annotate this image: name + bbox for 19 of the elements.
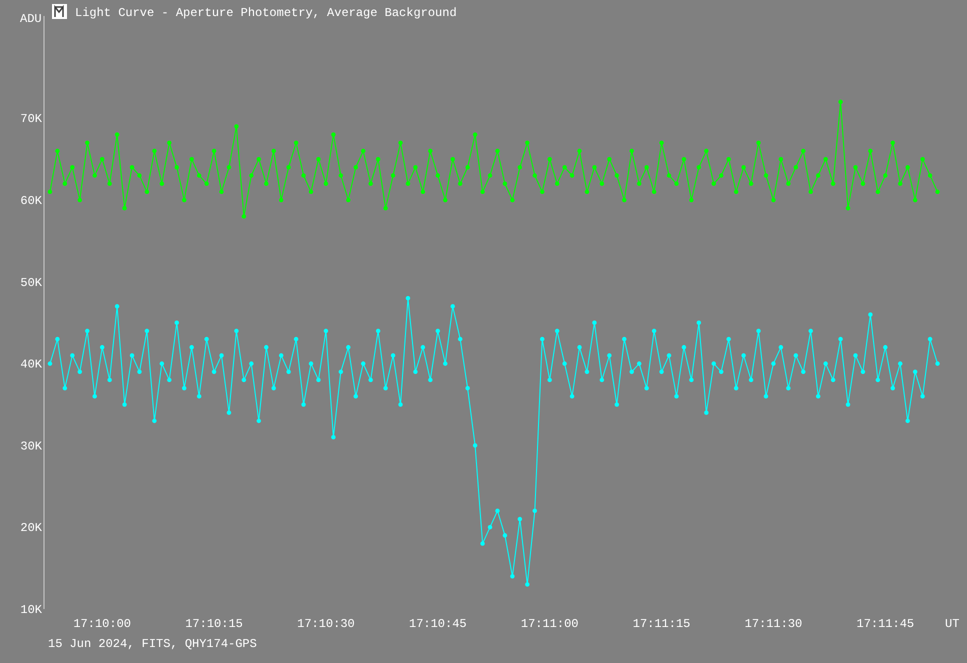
y-tick-label: 40K <box>20 358 42 372</box>
chart-footer: 15 Jun 2024, FITS, QHY174-GPS <box>0 636 257 652</box>
x-tick-label: 17:10:15 <box>185 617 243 631</box>
unit-label: ADU <box>20 12 42 26</box>
x-tick-label: 17:11:00 <box>520 617 578 631</box>
x-tick-label: 17:10:45 <box>409 617 467 631</box>
window-title: Light Curve - Aperture Photometry, Average Background <box>75 6 457 20</box>
y-tick-label: 10K <box>20 603 42 617</box>
x-tick-label: 17:11:45 <box>856 617 914 631</box>
x-tick-label: 17:10:30 <box>297 617 355 631</box>
x-tick-label: 17:10:00 <box>73 617 131 631</box>
y-tick-label: 70K <box>20 112 42 126</box>
x-tick-label: 17:11:30 <box>744 617 802 631</box>
x-axis-label: UT <box>945 617 960 631</box>
x-tick-label: 17:11:15 <box>632 617 690 631</box>
y-tick-label: 30K <box>20 439 42 454</box>
y-tick-label: 60K <box>20 194 42 208</box>
y-tick-label: 50K <box>20 276 42 290</box>
y-tick-label: 20K <box>20 521 42 536</box>
